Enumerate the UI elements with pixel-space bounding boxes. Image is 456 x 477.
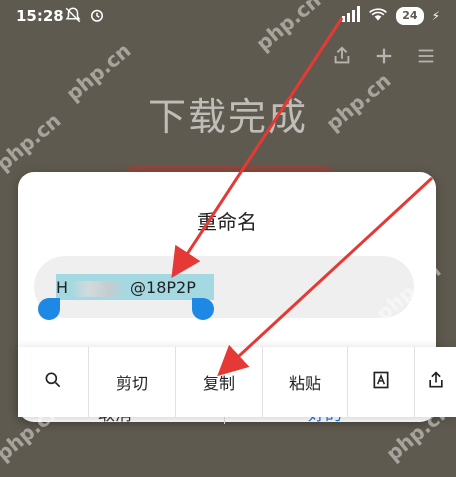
cut-button[interactable]: 剪切 [89,347,175,417]
search-icon [43,370,63,394]
text-format-icon [371,370,391,394]
text-context-toolbar: 剪切 复制 粘贴 [18,347,456,417]
add-icon[interactable] [372,44,396,68]
filename-suffix: @18P2P [130,278,196,297]
filename-prefix: H [56,278,69,297]
selection-handle-left[interactable] [38,298,60,320]
redacted-text [70,280,129,297]
status-bar: 15:28 24 ⚡ [0,0,456,34]
dialog-title: 重命名 [197,210,257,234]
text-format-button[interactable] [348,347,414,417]
status-icons-left [64,6,106,28]
bell-off-icon [64,6,82,28]
share-icon[interactable] [330,44,354,68]
wifi-icon [368,6,388,26]
share-up-icon [426,370,446,394]
hd-signal-icon [340,6,361,26]
alarm-icon [88,6,106,28]
selection-handle-right[interactable] [192,298,214,320]
status-icons-right: 24 ⚡ [340,6,440,26]
paste-button[interactable]: 粘贴 [263,347,347,417]
charging-icon: ⚡ [431,9,440,23]
status-time: 15:28 [16,7,64,25]
battery-icon: 24 [396,7,424,25]
menu-icon[interactable] [414,44,438,68]
filename-input[interactable]: H @18P2P [56,278,196,297]
copy-button[interactable]: 复制 [176,347,262,417]
app-bar-actions [330,44,438,68]
